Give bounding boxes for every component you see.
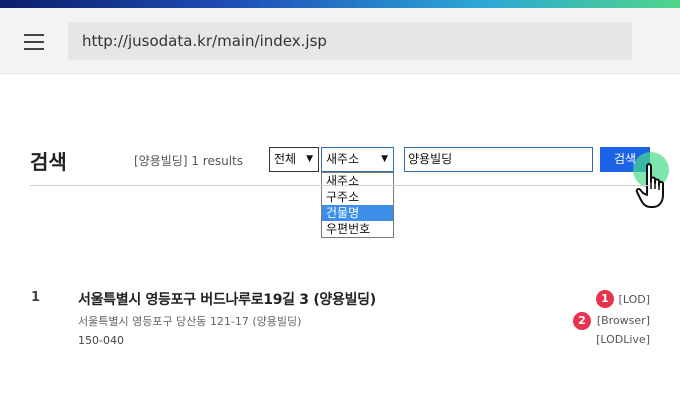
result-title[interactable]: 서울특별시 영등포구 버드나루로19길 3 (양용빌딩) [78, 289, 376, 309]
dropdown-option-old-address[interactable]: 구주소 [322, 189, 393, 205]
dropdown-option-zip-code[interactable]: 우편번호 [322, 221, 393, 237]
scope-select[interactable]: 전체 ▼ [269, 147, 319, 172]
result-old-address: 서울특별시 영등포구 당산동 121-17 (양용빌딩) [78, 315, 302, 328]
top-gradient-bar [0, 0, 680, 8]
scope-select-value: 전체 [274, 152, 297, 166]
address-bar[interactable]: http://jusodata.kr/main/index.jsp [68, 22, 632, 60]
page-title: 검색 [30, 150, 67, 174]
address-type-dropdown: 새주소 구주소 건물명 우편번호 [321, 172, 394, 238]
search-input[interactable]: 양용빌딩 [404, 147, 593, 172]
hand-pointer-icon [635, 163, 664, 208]
dropdown-option-new-address[interactable]: 새주소 [322, 173, 393, 189]
divider [30, 185, 650, 186]
result-number: 1 [31, 290, 41, 305]
result-count: [양용빌딩] 1 results [134, 154, 243, 168]
chevron-down-icon: ▼ [306, 154, 313, 164]
chevron-down-icon: ▼ [381, 154, 388, 164]
hamburger-menu-icon[interactable] [24, 34, 44, 50]
address-type-select-value: 새주소 [326, 152, 360, 166]
browser-link[interactable]: [Browser] [597, 314, 650, 327]
annotation-badge-2: 2 [573, 312, 591, 330]
browser-bar: http://jusodata.kr/main/index.jsp [0, 8, 680, 74]
address-type-select[interactable]: 새주소 ▼ [321, 147, 394, 172]
result-zip-code: 150-040 [78, 334, 124, 347]
dropdown-option-building-name[interactable]: 건물명 [322, 205, 393, 221]
annotation-badge-1: 1 [596, 290, 614, 308]
lodlive-link[interactable]: [LODLive] [596, 333, 650, 346]
lod-link[interactable]: [LOD] [619, 293, 650, 306]
